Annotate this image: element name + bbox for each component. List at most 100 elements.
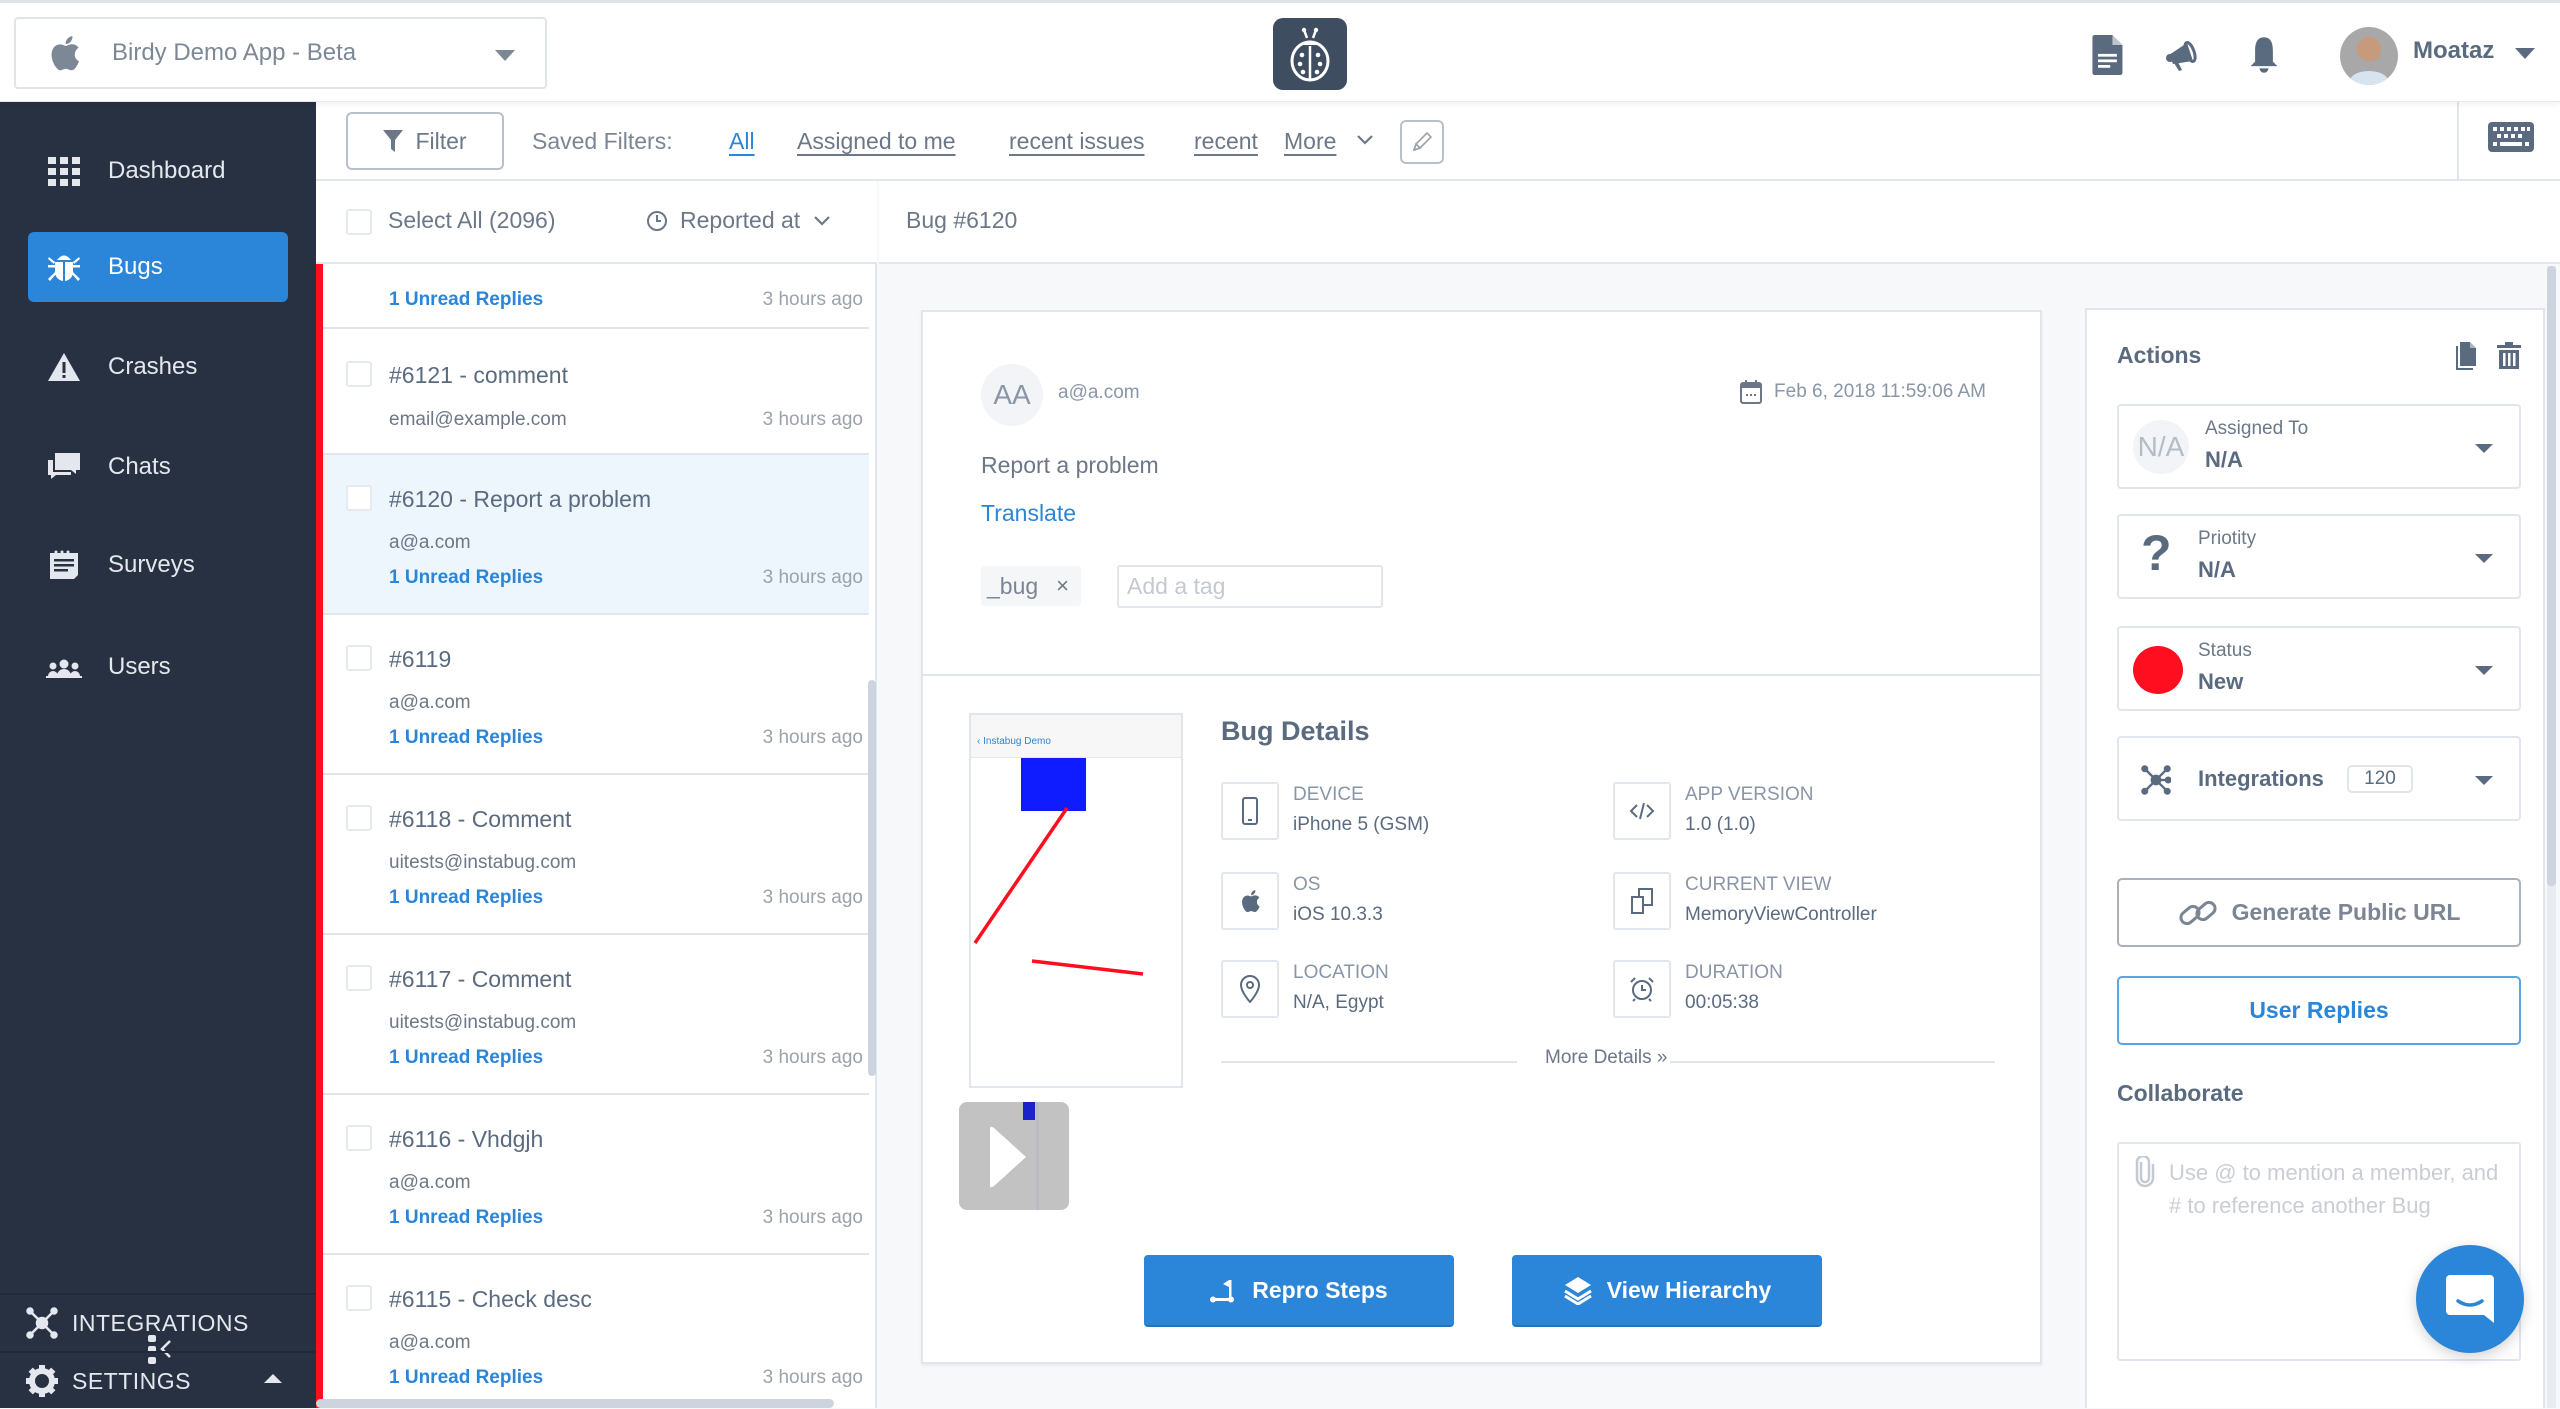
view-hierarchy-label: View Hierarchy [1606,1276,1772,1303]
row-checkbox[interactable] [346,1285,372,1311]
actions-panel: Actions N/A Assigned To N/A ? Priotity N… [2085,308,2545,1408]
divider [1670,1061,1995,1063]
saved-filter-all[interactable]: All [729,128,755,155]
sidebar-item-label: Bugs [108,253,163,280]
saved-filter-recent-issues[interactable]: recent issues [1009,128,1145,155]
saved-filter-recent[interactable]: recent [1194,128,1258,155]
sidebar-item-bugs[interactable]: Bugs [28,232,288,302]
calendar-icon [1740,380,1763,404]
unread-replies[interactable]: 1 Unread Replies [389,1367,543,1389]
unread-replies[interactable]: 1 Unread Replies [389,887,543,909]
bug-title: #6120 - Report a problem [389,486,652,512]
generate-public-url-button[interactable]: Generate Public URL [2117,878,2521,947]
list-item[interactable]: #6115 - Check desc a@a.com 1 Unread Repl… [316,1253,869,1408]
row-checkbox[interactable] [346,485,372,511]
more-filters-link[interactable]: More [1284,128,1336,155]
translate-link[interactable]: Translate [981,500,1076,527]
unread-replies[interactable]: 1 Unread Replies [389,1207,543,1229]
list-item[interactable]: #6121 - comment email@example.com 3 hour… [316,327,869,455]
ladybug-logo[interactable] [1273,18,1347,90]
detail-os: OS iOS 10.3.3 [1221,872,1601,932]
list-item[interactable]: #6118 - Comment uitests@instabug.com 1 U… [316,773,869,935]
list-item[interactable]: 1 Unread Replies 3 hours ago [316,264,869,329]
view-hierarchy-button[interactable]: View Hierarchy [1512,1255,1822,1327]
edit-filters-button[interactable] [1400,120,1444,164]
reporter-email: a@a.com [389,1332,471,1353]
select-all-checkbox[interactable] [346,209,372,235]
app-name: Birdy Demo App - Beta [112,39,357,66]
keyboard-shortcuts-icon[interactable] [2488,122,2534,152]
sidebar-settings[interactable]: SETTINGS [0,1351,316,1409]
filter-button[interactable]: Filter [346,112,504,170]
list-item[interactable]: #6117 - Comment uitests@instabug.com 1 U… [316,933,869,1095]
user-avatar[interactable] [2340,27,2398,85]
sidebar-item-chats[interactable]: Chats [28,432,288,502]
sort-dropdown[interactable]: Reported at [646,207,844,234]
status-value: New [2198,669,2244,694]
repro-steps-button[interactable]: Repro Steps [1144,1255,1454,1327]
remove-tag-icon[interactable]: × [1056,573,1069,599]
chevron-down-icon [2475,666,2493,675]
status-dropdown[interactable]: Status New [2117,626,2521,711]
add-tag-input[interactable] [1117,565,1383,608]
reporter-email: a@a.com [389,692,471,713]
unread-replies[interactable]: 1 Unread Replies [389,289,543,311]
detail-value: 00:05:38 [1685,992,1759,1013]
chevron-down-icon[interactable] [1355,130,1375,150]
integrations-dropdown[interactable]: Integrations 120 [2117,736,2521,821]
sidebar-item-label: Users [108,653,171,680]
sidebar-integrations[interactable]: INTEGRATIONS [0,1293,316,1351]
public-url-label: Generate Public URL [2231,899,2461,925]
scrollbar-thumb[interactable] [2547,266,2556,886]
row-checkbox[interactable] [346,805,372,831]
bug-screenshot[interactable]: ‹ Instabug Demo [969,713,1183,1088]
row-checkbox[interactable] [346,1125,372,1151]
bug-title: #6117 - Comment [389,966,572,992]
chevron-down-icon[interactable] [2515,48,2535,59]
chevron-up-icon [264,1374,282,1383]
ladybug-icon [1290,27,1330,82]
duplicate-icon[interactable] [2456,342,2478,370]
app-selector[interactable]: Birdy Demo App - Beta [14,17,547,89]
list-item-selected[interactable]: #6120 - Report a problem a@a.com 1 Unrea… [316,453,869,615]
video-thumbnail[interactable] [959,1102,1069,1210]
more-details-link[interactable]: More Details » [1545,1047,1668,1069]
docs-icon[interactable] [2090,35,2126,75]
unread-replies[interactable]: 1 Unread Replies [389,567,543,589]
reported-time: 3 hours ago [762,567,863,588]
row-checkbox[interactable] [346,645,372,671]
saved-filter-assigned-to-me[interactable]: Assigned to me [797,128,956,155]
bug-title: #6118 - Comment [389,806,572,832]
user-name[interactable]: Moataz [2413,37,2494,65]
sidebar-item-crashes[interactable]: Crashes [28,332,288,402]
list-horizontal-scrollbar[interactable] [316,1399,834,1408]
detail-header: Bug #6120 [879,181,2560,264]
detail-device: Device iPhone 5 (GSM) [1221,782,1601,842]
survey-icon [46,547,82,583]
video-preview-strip [1023,1102,1035,1120]
priority-dropdown[interactable]: ? Priotity N/A [2117,514,2521,599]
announcements-icon[interactable] [2165,35,2201,75]
sidebar-item-dashboard[interactable]: Dashboard [28,136,288,206]
support-chat-button[interactable] [2416,1245,2524,1353]
trash-icon[interactable] [2497,342,2521,370]
list-scrollbar[interactable] [868,680,876,1076]
status-label: Status [2198,640,2252,661]
bug-title: #6116 - Vhdgjh [389,1126,544,1152]
attachment-icon[interactable] [2133,1156,2157,1188]
user-replies-button[interactable]: User Replies [2117,976,2521,1045]
unread-replies[interactable]: 1 Unread Replies [389,727,543,749]
row-checkbox[interactable] [346,965,372,991]
filter-bar: Filter Saved Filters: All Assigned to me… [316,102,2560,181]
row-checkbox[interactable] [346,361,372,387]
apple-icon [51,36,79,71]
sidebar-item-users[interactable]: Users [28,632,288,702]
chevron-down-icon [2475,554,2493,563]
unread-replies[interactable]: 1 Unread Replies [389,1047,543,1069]
sidebar-item-surveys[interactable]: Surveys [28,530,288,600]
list-item[interactable]: #6116 - Vhdgjh a@a.com 1 Unread Replies … [316,1093,869,1255]
notifications-icon[interactable] [2246,35,2282,75]
list-item[interactable]: #6119 a@a.com 1 Unread Replies 3 hours a… [316,613,869,775]
assigned-to-dropdown[interactable]: N/A Assigned To N/A [2117,404,2521,489]
detail-scrollbar[interactable] [2547,266,2556,1408]
